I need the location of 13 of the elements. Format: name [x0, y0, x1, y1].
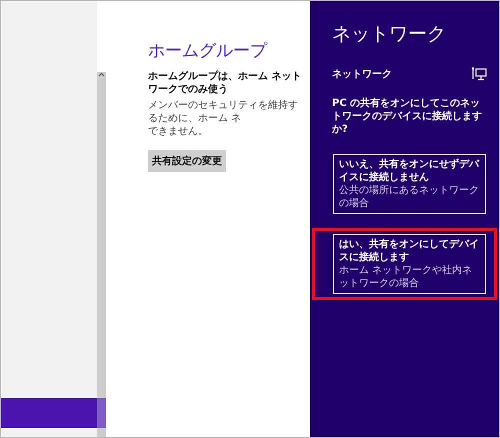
wired-network-icon [471, 67, 487, 81]
scroll-up-icon[interactable] [98, 72, 105, 78]
panel-title: ネットワーク [332, 22, 447, 47]
scrollbar[interactable] [97, 72, 106, 437]
description-text: できません。 [148, 125, 208, 138]
network-name: ネットワーク [332, 68, 392, 81]
sharing-question: PC の共有をオンにしてこのネットワークのデバイスに接続しますか? [332, 97, 483, 136]
change-sharing-button[interactable]: 共有設定の変更 [148, 150, 226, 172]
description-text: メンバーのセキュリティを維持するために、ホーム ネ [148, 99, 299, 125]
sharing-option[interactable]: はい、共有をオンにしてデバイスに接続します ホーム ネットワークや社内ネットワークの場合 [312, 228, 497, 300]
section-heading: ホームグループは、ホーム ネットワークでのみ使う [148, 70, 302, 96]
page-title: ホームグループ [148, 40, 267, 62]
scrollbar-highlight [97, 398, 106, 428]
